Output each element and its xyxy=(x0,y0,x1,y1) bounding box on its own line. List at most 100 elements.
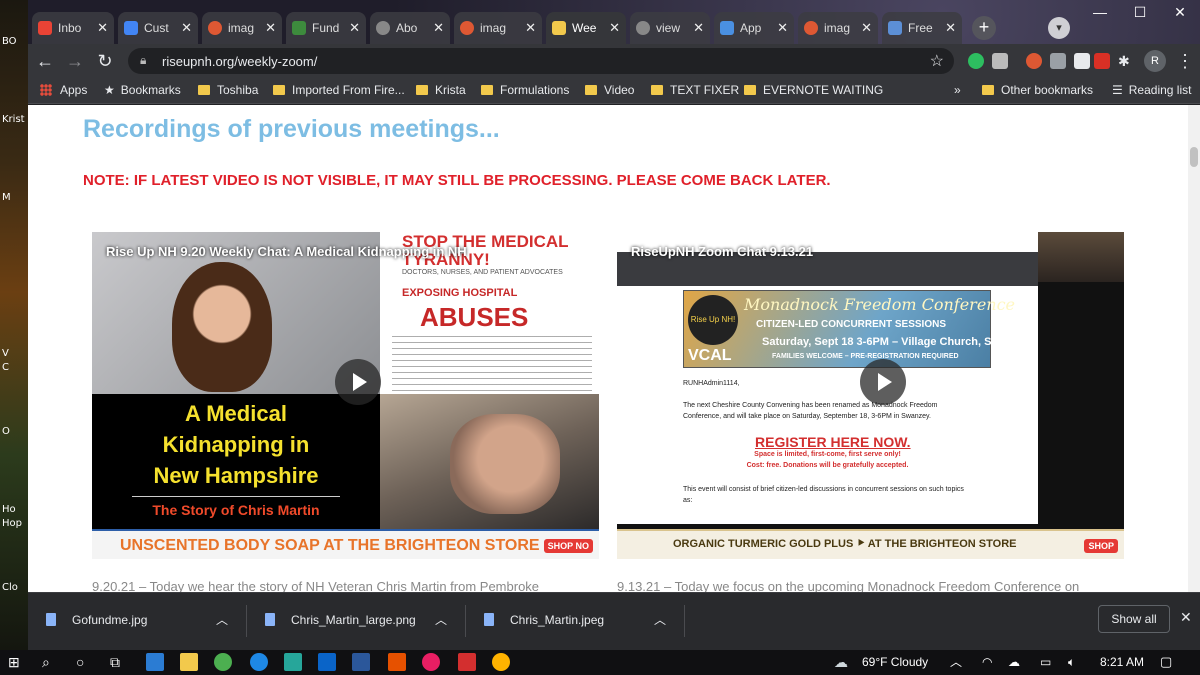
tab-gmail[interactable]: Inbo ✕ xyxy=(32,12,114,44)
tab-custom[interactable]: Cust ✕ xyxy=(118,12,198,44)
notifications-icon[interactable]: ▢ xyxy=(1160,653,1172,671)
download-item[interactable]: Gofundme.jpg ︿ xyxy=(28,605,247,637)
maximize-icon[interactable]: ☐ xyxy=(1120,4,1160,21)
duckduckgo-extension-icon[interactable] xyxy=(1026,53,1042,69)
windows-start-icon[interactable]: ⊞ xyxy=(8,653,20,671)
bookmark-other[interactable]: Other bookmarks xyxy=(982,83,1093,97)
minimize-icon[interactable]: — xyxy=(1080,4,1120,20)
tab-image-search[interactable]: imag ✕ xyxy=(454,12,542,44)
browser-icon[interactable] xyxy=(250,653,268,671)
cortana-icon[interactable]: ○ xyxy=(76,653,84,671)
task-view-icon[interactable]: ⧉ xyxy=(110,653,120,671)
tab-search-icon[interactable]: ▾ xyxy=(1048,17,1070,39)
cloud-icon[interactable]: ☁ xyxy=(834,653,848,671)
close-tab-icon[interactable]: ✕ xyxy=(693,20,704,36)
close-tab-icon[interactable]: ✕ xyxy=(97,20,108,36)
ad-banner[interactable]: ORGANIC TURMERIC GOLD PLUS ⯈ AT THE BRIG… xyxy=(617,529,1124,559)
bookmark-apps[interactable]: Apps xyxy=(40,83,87,97)
show-all-button[interactable]: Show all xyxy=(1098,605,1170,633)
extension-icon[interactable] xyxy=(1074,53,1090,69)
desktop-icon-label[interactable]: Clo xyxy=(2,582,18,593)
bookmark-bookmarks[interactable]: ★ Bookmarks xyxy=(104,83,181,97)
extension-icon[interactable] xyxy=(1050,53,1066,69)
desktop-icon-label[interactable]: Hop xyxy=(2,518,22,529)
onedrive-icon[interactable]: ☁ xyxy=(1008,653,1020,671)
close-icon[interactable]: ✕ xyxy=(1180,609,1192,626)
video-player[interactable]: Rise Up NH! VCAL Monadnock Freedom Confe… xyxy=(617,232,1124,559)
desktop-icon-label[interactable]: Ho xyxy=(2,504,16,515)
wifi-icon[interactable]: ◠ xyxy=(982,653,992,671)
new-tab-button[interactable]: + xyxy=(972,16,996,40)
bookmark-folder[interactable]: Video xyxy=(585,83,634,97)
app-icon[interactable] xyxy=(284,653,302,671)
tab-image-search[interactable]: imag ✕ xyxy=(798,12,878,44)
video-title[interactable]: RiseUpNH Zoom Chat 9.13.21 xyxy=(631,244,813,259)
menu-icon[interactable]: ⋮ xyxy=(1174,50,1196,72)
chevron-up-icon[interactable]: ︿ xyxy=(654,611,666,628)
page-scrollbar[interactable] xyxy=(1188,105,1200,592)
close-tab-icon[interactable]: ✕ xyxy=(609,20,620,36)
app-icon[interactable] xyxy=(388,653,406,671)
desktop-icon-label[interactable]: BO xyxy=(2,36,17,47)
download-item[interactable]: Chris_Martin.jpeg ︿ xyxy=(466,605,685,637)
url-text[interactable]: riseupnh.org/weekly-zoom/ xyxy=(162,54,317,69)
close-tab-icon[interactable]: ✕ xyxy=(433,20,444,36)
bookmark-folder[interactable]: TEXT FIXER xyxy=(651,83,739,97)
tab-fundraiser[interactable]: Fund ✕ xyxy=(286,12,366,44)
bookmark-folder[interactable]: Imported From Fire... xyxy=(273,83,405,97)
close-tab-icon[interactable]: ✕ xyxy=(861,20,872,36)
reload-icon[interactable]: ↻ xyxy=(94,50,116,72)
weather-text[interactable]: 69°F Cloudy xyxy=(862,655,928,669)
chevron-up-icon[interactable]: ︿ xyxy=(950,653,962,671)
bookmark-folder[interactable]: EVERNOTE WAITING xyxy=(744,83,883,97)
tab-weekly-zoom[interactable]: Wee ✕ xyxy=(546,12,626,44)
close-tab-icon[interactable]: ✕ xyxy=(265,20,276,36)
shop-now-button[interactable]: SHOP NO xyxy=(543,539,593,553)
ad-banner[interactable]: UNSCENTED BODY SOAP AT THE BRIGHTEON STO… xyxy=(92,529,599,559)
word-icon[interactable] xyxy=(352,653,370,671)
tab-view[interactable]: view ✕ xyxy=(630,12,710,44)
tab-image-search[interactable]: imag ✕ xyxy=(202,12,282,44)
play-icon[interactable] xyxy=(335,359,381,405)
desktop-icon-label[interactable]: C xyxy=(2,362,9,373)
video-player[interactable]: STOP THE MEDICAL TYRANNY! DOCTORS, NURSE… xyxy=(92,232,599,559)
forward-arrow-icon[interactable]: → xyxy=(64,50,86,72)
tab-app[interactable]: App ✕ xyxy=(714,12,794,44)
scrollbar-thumb[interactable] xyxy=(1190,147,1198,167)
itunes-icon[interactable] xyxy=(422,653,440,671)
evernote-extension-icon[interactable] xyxy=(968,53,984,69)
chrome-icon[interactable] xyxy=(214,653,232,671)
bookmarks-overflow-button[interactable]: » xyxy=(954,83,961,97)
address-bar[interactable]: 🔒︎ riseupnh.org/weekly-zoom/ ☆ xyxy=(128,48,954,74)
desktop-icon-label[interactable]: M xyxy=(2,192,11,203)
back-arrow-icon[interactable]: ← xyxy=(34,50,56,72)
chevron-up-icon[interactable]: ︿ xyxy=(435,611,447,628)
lock-icon[interactable]: 🔒︎ xyxy=(140,53,146,68)
tab-free[interactable]: Free ✕ xyxy=(882,12,962,44)
pocket-extension-icon[interactable] xyxy=(1094,53,1110,69)
close-tab-icon[interactable]: ✕ xyxy=(525,20,536,36)
bookmark-folder[interactable]: Krista xyxy=(416,83,466,97)
chevron-up-icon[interactable]: ︿ xyxy=(216,611,228,628)
close-window-icon[interactable]: ✕ xyxy=(1160,4,1200,21)
clock-time[interactable]: 8:21 AM xyxy=(1100,655,1144,669)
app-icon[interactable] xyxy=(492,653,510,671)
play-icon[interactable] xyxy=(860,359,906,405)
tab-about[interactable]: Abo ✕ xyxy=(370,12,450,44)
close-tab-icon[interactable]: ✕ xyxy=(777,20,788,36)
battery-icon[interactable]: ▭ xyxy=(1040,653,1051,671)
acrobat-icon[interactable] xyxy=(458,653,476,671)
search-icon[interactable]: ⌕ xyxy=(42,653,50,671)
video-title[interactable]: Rise Up NH 9.20 Weekly Chat: A Medical K… xyxy=(106,244,467,259)
desktop-icon-label[interactable]: Krist xyxy=(2,114,25,125)
volume-icon[interactable]: 🔈︎ xyxy=(1068,653,1075,671)
puzzle-extensions-icon[interactable]: ✱ xyxy=(1118,53,1134,69)
shop-button[interactable]: SHOP xyxy=(1084,539,1118,553)
extension-icon[interactable] xyxy=(992,53,1008,69)
file-explorer-icon[interactable] xyxy=(180,653,198,671)
mail-icon[interactable] xyxy=(146,653,164,671)
reading-list-button[interactable]: ☰ Reading list xyxy=(1112,83,1191,97)
outlook-icon[interactable] xyxy=(318,653,336,671)
profile-avatar[interactable]: R xyxy=(1144,50,1166,72)
bookmark-folder[interactable]: Toshiba xyxy=(198,83,258,97)
